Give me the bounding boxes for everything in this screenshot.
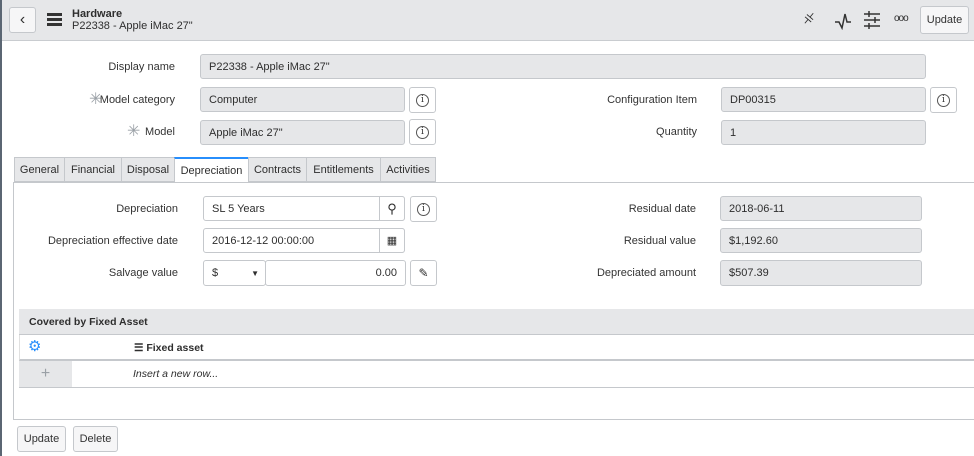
- salvage-value-label: Salvage value: [108, 267, 178, 279]
- currency-value: $: [212, 267, 219, 279]
- related-list-header: ⚙ ☰ Fixed asset: [19, 335, 974, 361]
- residual-value-label: Residual value: [623, 235, 696, 247]
- model-category-field[interactable]: Computer: [200, 87, 405, 112]
- model-category-label: Model category: [99, 94, 175, 106]
- edit-salvage-button[interactable]: ✎: [410, 260, 437, 286]
- depreciation-field[interactable]: SL 5 Years: [203, 196, 405, 221]
- model-label: Model: [145, 126, 175, 138]
- column-fixed-asset[interactable]: ☰ Fixed asset: [134, 342, 204, 354]
- residual-date-field[interactable]: 2018-06-11: [720, 196, 922, 221]
- plus-icon[interactable]: +: [19, 361, 72, 387]
- depreciated-amount-field[interactable]: $507.39: [720, 260, 922, 286]
- column-menu-icon: ☰: [134, 342, 147, 354]
- depreciated-amount-label: Depreciated amount: [596, 267, 696, 279]
- update-button[interactable]: Update: [17, 426, 66, 452]
- currency-select[interactable]: $ ▼: [203, 260, 266, 286]
- back-button[interactable]: ‹: [9, 7, 36, 33]
- insert-row-placeholder[interactable]: Insert a new row...: [133, 368, 218, 380]
- model-info-button[interactable]: i: [409, 119, 436, 145]
- dropdown-arrow-icon: ▼: [251, 268, 259, 278]
- chevron-left-icon: ‹: [19, 11, 26, 28]
- quantity-label: Quantity: [656, 126, 697, 138]
- residual-date-label: Residual date: [628, 203, 696, 215]
- residual-value-field[interactable]: $1,192.60: [720, 228, 922, 253]
- info-icon: i: [417, 202, 430, 216]
- effective-date-label: Depreciation effective date: [47, 235, 178, 247]
- configuration-item-field[interactable]: DP00315: [721, 87, 926, 112]
- paperclip-icon[interactable]: ⫩: [798, 10, 817, 30]
- related-list-title: Covered by Fixed Asset: [19, 309, 974, 335]
- form-title: Hardware: [72, 8, 123, 20]
- display-name-field[interactable]: P22338 - Apple iMac 27": [200, 54, 926, 79]
- tab-contracts[interactable]: Contracts: [248, 157, 306, 182]
- tab-financial[interactable]: Financial: [64, 157, 121, 182]
- calendar-button[interactable]: ▦: [379, 228, 405, 253]
- search-icon: ⚲: [387, 200, 397, 216]
- more-options-icon[interactable]: ooo: [894, 13, 909, 24]
- configuration-item-info-button[interactable]: i: [930, 87, 957, 113]
- pencil-icon: ✎: [418, 266, 429, 280]
- effective-date-field[interactable]: 2016-12-12 00:00:00: [203, 228, 405, 253]
- depreciation-lookup-button[interactable]: ⚲: [379, 196, 405, 221]
- form-header: ‹ Hardware P22338 - Apple iMac 27" ⫩ ooo…: [0, 0, 974, 41]
- tab-depreciation[interactable]: Depreciation: [174, 157, 248, 183]
- column-label: Fixed asset: [146, 342, 204, 354]
- model-category-info-button[interactable]: i: [409, 87, 436, 113]
- model-field[interactable]: Apple iMac 27": [200, 120, 405, 145]
- insert-row[interactable]: + Insert a new row...: [19, 361, 974, 388]
- left-border: [0, 0, 2, 456]
- tab-general[interactable]: General: [14, 157, 64, 182]
- display-name-label: Display name: [108, 61, 175, 73]
- activity-icon[interactable]: [834, 12, 852, 30]
- tab-entitlements[interactable]: Entitlements: [306, 157, 380, 182]
- form-subtitle: P22338 - Apple iMac 27": [72, 20, 193, 32]
- calendar-icon: ▦: [386, 235, 398, 247]
- header-update-button[interactable]: Update: [920, 6, 969, 34]
- gear-icon[interactable]: ⚙: [28, 337, 41, 355]
- salvage-value-field[interactable]: 0.00: [265, 260, 406, 286]
- tab-disposal[interactable]: Disposal: [121, 157, 174, 182]
- info-icon: i: [416, 125, 429, 139]
- depreciation-info-button[interactable]: i: [410, 196, 437, 222]
- configuration-item-label: Configuration Item: [607, 94, 697, 106]
- sliders-icon[interactable]: [864, 11, 880, 29]
- quantity-field[interactable]: 1: [721, 120, 926, 145]
- info-icon: i: [937, 93, 950, 107]
- delete-button[interactable]: Delete: [73, 426, 118, 452]
- tab-activities[interactable]: Activities: [380, 157, 436, 182]
- menu-icon[interactable]: [47, 13, 62, 26]
- depreciation-label: Depreciation: [116, 203, 178, 215]
- info-icon: i: [416, 93, 429, 107]
